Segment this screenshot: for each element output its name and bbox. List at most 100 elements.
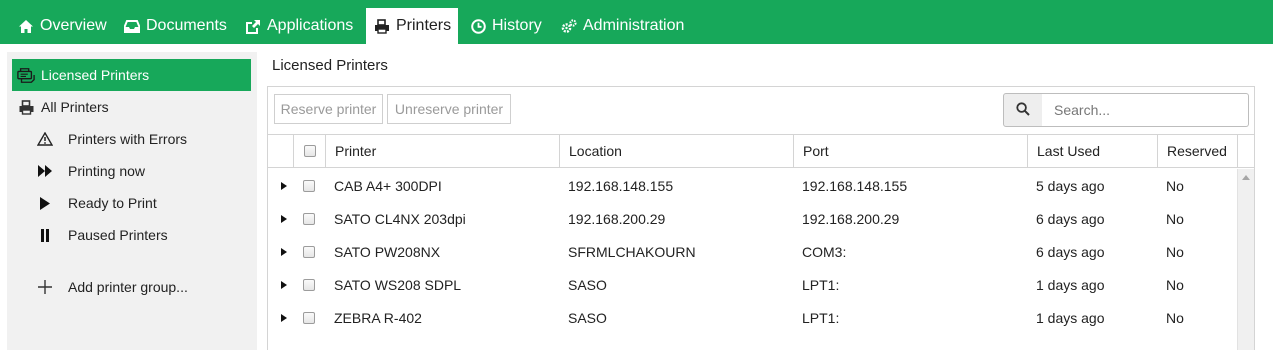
licensed-printer-icon	[17, 66, 35, 84]
cell-reserved: No	[1166, 276, 1184, 293]
cell-location: SASO	[568, 309, 607, 326]
column-header-printer[interactable]: Printer	[325, 135, 560, 167]
tab-label: Printers	[396, 17, 452, 34]
column-header-last-used[interactable]: Last Used	[1027, 135, 1158, 167]
sidebar-item-licensed-printers[interactable]: Licensed Printers	[12, 59, 251, 91]
pause-icon	[36, 226, 54, 244]
cell-last-used: 1 days ago	[1036, 309, 1105, 326]
sidebar-item-printers-with-errors[interactable]: Printers with Errors	[12, 123, 251, 155]
cell-port: 192.168.200.29	[802, 210, 900, 227]
sidebar-item-label: Paused Printers	[68, 227, 168, 243]
sidebar-item-all-printers[interactable]: All Printers	[12, 91, 251, 123]
table-row[interactable]: SATO WS208 SDPL SASO LPT1: 1 days ago No	[268, 268, 1236, 301]
share-icon	[245, 18, 261, 34]
cell-printer: SATO PW208NX	[334, 243, 441, 260]
sidebar-item-paused-printers[interactable]: Paused Printers	[12, 219, 251, 251]
column-header-port[interactable]: Port	[793, 135, 1028, 167]
cell-location: 192.168.200.29	[568, 210, 666, 227]
cell-printer: CAB A4+ 300DPI	[334, 177, 442, 194]
cell-reserved: No	[1166, 210, 1184, 227]
cell-location: SFRMLCHAKOURN	[568, 243, 696, 260]
tab-overview[interactable]: Overview	[18, 8, 107, 44]
plus-icon	[36, 278, 54, 296]
table-row[interactable]: CAB A4+ 300DPI 192.168.148.155 192.168.1…	[268, 169, 1236, 202]
tab-documents[interactable]: Documents	[124, 8, 227, 44]
column-header-location[interactable]: Location	[559, 135, 794, 167]
cell-printer: ZEBRA R-402	[334, 309, 422, 326]
tab-administration[interactable]: Administration	[561, 8, 684, 44]
scroll-up-arrow-icon[interactable]	[1242, 175, 1250, 180]
sidebar-item-label: Printing now	[68, 163, 146, 179]
inbox-icon	[124, 18, 140, 34]
search-input[interactable]	[1042, 93, 1249, 127]
select-all-cell	[293, 135, 326, 167]
printers-panel: Reserve printer Unreserve printer Printe…	[267, 86, 1255, 350]
search-button[interactable]	[1003, 93, 1043, 127]
table-row[interactable]: SATO CL4NX 203dpi 192.168.200.29 192.168…	[268, 202, 1236, 235]
search-icon	[1016, 101, 1030, 119]
tab-printers[interactable]: Printers	[366, 8, 458, 44]
tab-label: Applications	[267, 17, 354, 34]
cell-last-used: 5 days ago	[1036, 177, 1105, 194]
clock-icon	[470, 18, 486, 34]
table-row[interactable]: ZEBRA R-402 SASO LPT1: 1 days ago No	[268, 301, 1236, 334]
sidebar-item-label: Printers with Errors	[68, 131, 188, 147]
cell-printer: SATO CL4NX 203dpi	[334, 210, 466, 227]
play-icon	[36, 194, 54, 212]
top-navigation: Overview Documents Applications Printers…	[0, 0, 1273, 44]
expand-arrow-icon[interactable]	[281, 268, 287, 301]
row-checkbox[interactable]	[303, 311, 315, 324]
sidebar-item-ready-to-print[interactable]: Ready to Print	[12, 187, 251, 219]
row-checkbox-cell	[303, 235, 315, 268]
sidebar-item-printing-now[interactable]: Printing now	[12, 155, 251, 187]
cell-port: LPT1:	[802, 276, 840, 293]
sidebar-item-label: Ready to Print	[68, 195, 157, 211]
sidebar-item-label: All Printers	[41, 99, 109, 115]
column-header-reserved[interactable]: Reserved	[1157, 135, 1238, 167]
tab-label: Documents	[146, 17, 227, 34]
cell-reserved: No	[1166, 309, 1184, 326]
select-all-checkbox[interactable]	[304, 145, 316, 157]
vertical-scrollbar[interactable]	[1237, 169, 1254, 350]
cell-reserved: No	[1166, 177, 1184, 194]
fast-forward-icon	[36, 162, 54, 180]
row-checkbox-cell	[303, 169, 315, 202]
cell-port: LPT1:	[802, 309, 840, 326]
cell-last-used: 1 days ago	[1036, 276, 1105, 293]
page-title: Licensed Printers	[272, 57, 388, 74]
row-checkbox[interactable]	[303, 179, 315, 192]
unreserve-printer-button[interactable]: Unreserve printer	[387, 94, 511, 124]
cell-printer: SATO WS208 SDPL	[334, 276, 462, 293]
cell-location: 192.168.148.155	[568, 177, 674, 194]
sidebar-item-label: Licensed Printers	[41, 67, 150, 83]
cell-last-used: 6 days ago	[1036, 210, 1105, 227]
expand-arrow-icon[interactable]	[281, 301, 287, 334]
reserve-printer-button[interactable]: Reserve printer	[274, 94, 383, 124]
add-printer-group-button[interactable]: Add printer group...	[12, 271, 251, 303]
cell-reserved: No	[1166, 243, 1184, 260]
tab-label: Administration	[583, 17, 685, 34]
tab-label: Overview	[40, 17, 107, 34]
expand-arrow-icon[interactable]	[281, 235, 287, 268]
tab-history[interactable]: History	[470, 8, 542, 44]
sidebar-item-label: Add printer group...	[68, 279, 188, 295]
header-filler	[1237, 135, 1254, 167]
row-checkbox-cell	[303, 202, 315, 235]
tab-applications[interactable]: Applications	[245, 8, 353, 44]
row-checkbox[interactable]	[303, 212, 315, 225]
expand-arrow-icon[interactable]	[281, 202, 287, 235]
home-icon	[18, 18, 34, 34]
expand-arrow-icon[interactable]	[281, 169, 287, 202]
gears-icon	[561, 18, 577, 34]
row-checkbox[interactable]	[303, 245, 315, 258]
table-row[interactable]: SATO PW208NX SFRMLCHAKOURN COM3: 6 days …	[268, 235, 1236, 268]
sidebar: Licensed Printers All Printers Printers …	[7, 52, 257, 350]
warning-icon	[36, 130, 54, 148]
cell-port: COM3:	[802, 243, 847, 260]
cell-last-used: 6 days ago	[1036, 243, 1105, 260]
row-checkbox-cell	[303, 301, 315, 334]
table-header: Printer Location Port Last Used Reserved	[268, 134, 1254, 168]
row-checkbox[interactable]	[303, 278, 315, 291]
row-checkbox-cell	[303, 268, 315, 301]
cell-port: 192.168.148.155	[802, 177, 908, 194]
